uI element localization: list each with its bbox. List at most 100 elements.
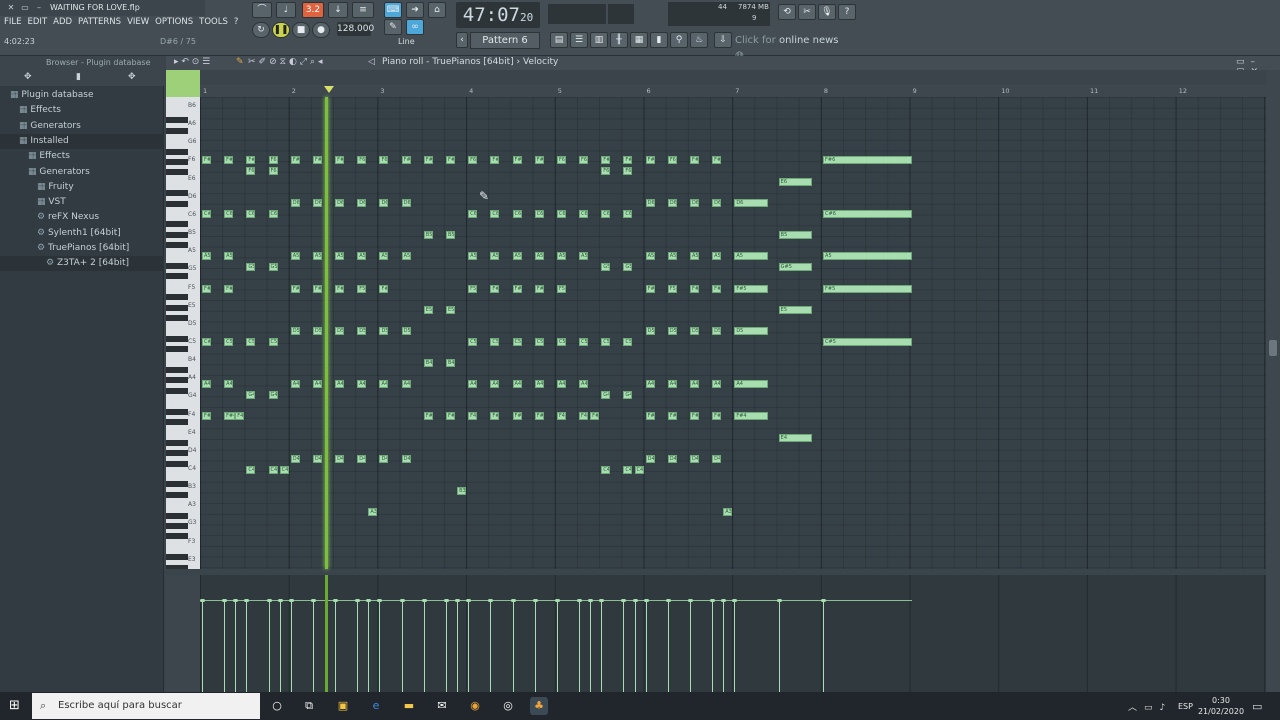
note[interactable]: A5 bbox=[312, 252, 322, 260]
note[interactable]: G5 bbox=[268, 263, 278, 271]
note[interactable]: F#5 bbox=[335, 285, 345, 293]
note[interactable]: F#6 bbox=[823, 156, 912, 164]
velocity-bar[interactable] bbox=[468, 600, 470, 692]
note[interactable]: D6 bbox=[734, 199, 768, 207]
note[interactable]: A4 bbox=[579, 380, 589, 388]
velocity-handle[interactable] bbox=[200, 599, 205, 602]
note[interactable]: A4 bbox=[202, 380, 211, 388]
cut-icon[interactable]: ✂ bbox=[798, 4, 816, 20]
note[interactable]: E5 bbox=[445, 306, 455, 314]
black-key[interactable] bbox=[166, 450, 188, 457]
note[interactable]: A4 bbox=[534, 380, 544, 388]
browser-item[interactable]: ⚙ reFX Nexus bbox=[0, 210, 164, 225]
download-icon[interactable]: ⇩ bbox=[714, 32, 732, 48]
note[interactable]: C4 bbox=[601, 466, 611, 474]
note[interactable]: D4 bbox=[712, 455, 722, 463]
note[interactable]: A5 bbox=[379, 252, 389, 260]
velocity-bar[interactable] bbox=[634, 600, 636, 692]
velocity-bar[interactable] bbox=[778, 600, 780, 692]
note[interactable]: D6 bbox=[357, 199, 367, 207]
note[interactable]: C6 bbox=[468, 210, 478, 218]
velocity-handle[interactable] bbox=[776, 599, 782, 602]
menu-item[interactable]: EDIT bbox=[28, 17, 48, 31]
browser-item[interactable]: ⚙ TruePianos [64bit] bbox=[0, 241, 164, 256]
note[interactable]: A4 bbox=[290, 380, 300, 388]
velocity-handle[interactable] bbox=[443, 599, 449, 602]
note[interactable]: F#5 bbox=[224, 285, 234, 293]
cortana-icon[interactable]: ○ bbox=[268, 697, 286, 715]
menu-item[interactable]: VIEW bbox=[127, 17, 149, 31]
note[interactable]: F#4 bbox=[734, 412, 768, 420]
velocity-handle[interactable] bbox=[554, 599, 560, 602]
note[interactable]: D4 bbox=[645, 455, 655, 463]
note[interactable]: F#4 bbox=[534, 412, 544, 420]
note[interactable]: C6 bbox=[601, 210, 611, 218]
note[interactable]: D5 bbox=[312, 327, 322, 335]
note[interactable]: F#5 bbox=[490, 285, 500, 293]
velocity-bar[interactable] bbox=[823, 600, 825, 692]
velocity-bar[interactable] bbox=[423, 600, 425, 692]
note[interactable]: F#6 bbox=[290, 156, 300, 164]
black-key[interactable] bbox=[166, 273, 188, 280]
note[interactable]: A5 bbox=[823, 252, 912, 260]
note[interactable]: F#5 bbox=[312, 285, 322, 293]
velocity-handle[interactable] bbox=[266, 599, 272, 602]
note[interactable]: F#5 bbox=[689, 285, 699, 293]
velocity-bar[interactable] bbox=[667, 600, 669, 692]
note[interactable]: A5 bbox=[202, 252, 211, 260]
note[interactable]: C4 bbox=[279, 466, 289, 474]
note[interactable]: G4 bbox=[623, 391, 633, 399]
taskbar-search-input[interactable]: Escribe aquí para buscar bbox=[32, 693, 260, 719]
note[interactable]: C5 bbox=[490, 338, 500, 346]
note[interactable]: F#5 bbox=[534, 285, 544, 293]
tool-corner[interactable] bbox=[166, 70, 200, 97]
collapse-icon[interactable]: ✥ bbox=[24, 72, 32, 82]
note[interactable]: C6 bbox=[490, 210, 500, 218]
pencil-icon[interactable]: ✎ bbox=[384, 19, 402, 35]
note[interactable]: F#6 bbox=[224, 156, 234, 164]
note[interactable]: F6 bbox=[556, 156, 566, 164]
note[interactable]: A5 bbox=[712, 252, 722, 260]
note[interactable]: F#4 bbox=[490, 412, 500, 420]
velocity-bar[interactable] bbox=[202, 600, 203, 692]
velocity-bar[interactable] bbox=[445, 600, 447, 692]
velocity-handle[interactable] bbox=[821, 599, 827, 602]
black-key[interactable] bbox=[166, 304, 188, 311]
note[interactable]: G5 bbox=[623, 263, 633, 271]
mail-icon[interactable]: ✉ bbox=[433, 697, 451, 715]
note[interactable]: D6 bbox=[335, 199, 345, 207]
loop-icon[interactable]: ↻ bbox=[252, 22, 270, 38]
velocity-handle[interactable] bbox=[233, 599, 239, 602]
note[interactable]: F#6 bbox=[534, 156, 544, 164]
note[interactable]: C4 bbox=[268, 466, 278, 474]
velocity-handle[interactable] bbox=[244, 599, 250, 602]
note[interactable]: E4 bbox=[778, 434, 812, 442]
note[interactable]: C#6 bbox=[202, 210, 211, 218]
note[interactable]: D6 bbox=[689, 199, 699, 207]
note[interactable]: A4 bbox=[312, 380, 322, 388]
note[interactable]: F#6 bbox=[246, 156, 256, 164]
velocity-handle[interactable] bbox=[488, 599, 494, 602]
note[interactable]: A4 bbox=[689, 380, 699, 388]
velocity-bar[interactable] bbox=[712, 600, 714, 692]
pattern-prev-icon[interactable]: ‹ bbox=[456, 32, 468, 48]
velocity-handle[interactable] bbox=[355, 599, 361, 602]
note[interactable]: C6 bbox=[556, 210, 566, 218]
black-key[interactable] bbox=[166, 190, 188, 197]
black-key[interactable] bbox=[166, 481, 188, 488]
metronome-icon[interactable]: ♩ bbox=[276, 2, 296, 18]
note[interactable]: G#5 bbox=[778, 263, 812, 271]
vertical-scrollbar[interactable] bbox=[1266, 70, 1280, 692]
note[interactable]: F#6 bbox=[335, 156, 345, 164]
velocity-handle[interactable] bbox=[455, 599, 461, 602]
note[interactable]: C6 bbox=[512, 210, 522, 218]
scroll-thumb[interactable] bbox=[1269, 340, 1277, 356]
velocity-bar[interactable] bbox=[379, 600, 381, 692]
note[interactable]: F#5 bbox=[823, 285, 912, 293]
velocity-handle[interactable] bbox=[277, 599, 283, 602]
velocity-handle[interactable] bbox=[599, 599, 605, 602]
note[interactable]: A5 bbox=[667, 252, 677, 260]
note[interactable]: F#6 bbox=[445, 156, 455, 164]
plugin-picker-icon[interactable]: ▦ bbox=[630, 32, 648, 48]
note[interactable]: F4 bbox=[468, 412, 478, 420]
